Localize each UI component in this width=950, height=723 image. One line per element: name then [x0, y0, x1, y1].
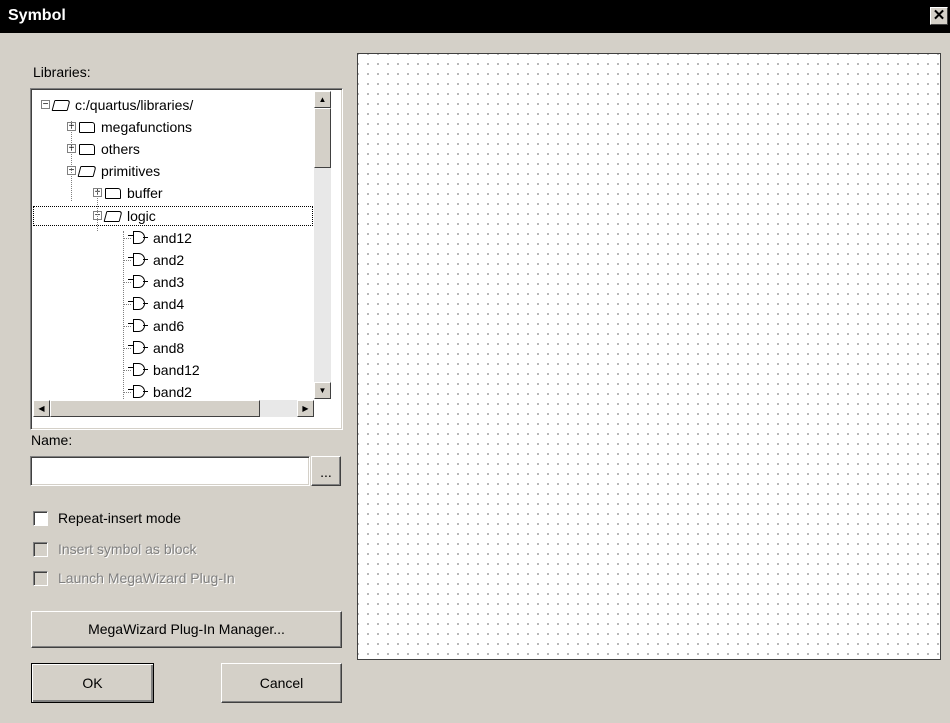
tree-item[interactable]: and12: [33, 227, 313, 249]
scroll-right-icon: ▶: [302, 404, 309, 413]
gate-icon: [128, 341, 148, 355]
folder-open-icon: [103, 210, 123, 222]
tree-connector: [123, 303, 131, 305]
close-button[interactable]: ✕: [930, 7, 948, 25]
name-label: Name:: [31, 432, 73, 448]
tree-connector: [71, 121, 72, 201]
cancel-button-label: Cancel: [259, 675, 304, 691]
tree-item[interactable]: − primitives: [33, 160, 313, 182]
libraries-label: Libraries:: [33, 64, 91, 80]
scroll-down-icon: ▼: [318, 386, 327, 395]
tree-connector: [97, 191, 98, 231]
scroll-right-button[interactable]: ▶: [297, 400, 314, 417]
tree-viewport: − c:/quartus/libraries/ + megafunctions + oth…: [33, 91, 313, 399]
tree-item-label: others: [101, 141, 140, 158]
tree-item-label: band2: [153, 384, 192, 399]
title-bar: Symbol ✕: [0, 0, 950, 33]
tree-item[interactable]: and4: [33, 293, 313, 315]
scroll-left-icon: ◀: [38, 404, 45, 413]
browse-button[interactable]: ...: [311, 456, 341, 486]
ok-button[interactable]: OK: [31, 663, 154, 703]
tree-item-label: c:/quartus/libraries/: [75, 97, 194, 113]
tree-item-label: and4: [153, 295, 185, 312]
tree-item[interactable]: + buffer: [33, 182, 313, 204]
tree-connector: [123, 370, 131, 372]
tree-item[interactable]: + others: [33, 138, 313, 160]
gate-icon: [128, 230, 148, 244]
libraries-tree[interactable]: − c:/quartus/libraries/ + megafunctions + oth…: [30, 88, 343, 430]
repeat-insert-label: Repeat-insert mode: [58, 510, 181, 526]
megawizard-manager-label: MegaWizard Plug-In Manager...: [88, 621, 285, 637]
gate-icon: [128, 274, 148, 288]
tree-item[interactable]: and8: [33, 337, 313, 359]
cancel-button[interactable]: Cancel: [221, 663, 342, 703]
window-title: Symbol: [8, 7, 66, 24]
folder-open-icon: [51, 100, 71, 111]
tree-connector: [123, 348, 131, 350]
tree-item-label: band12: [153, 362, 200, 379]
gate-icon: [128, 319, 148, 332]
scroll-up-button[interactable]: ▲: [314, 91, 331, 108]
insert-as-block-label: Insert symbol as block: [58, 541, 197, 557]
tree-item[interactable]: − c:/quartus/libraries/: [33, 94, 313, 116]
folder-open-icon: [77, 166, 97, 178]
tree-connector: [123, 392, 131, 394]
tree-item[interactable]: and6: [33, 315, 313, 337]
scroll-up-icon: ▲: [318, 95, 327, 104]
gate-icon: [128, 296, 148, 310]
tree-connector: [123, 231, 124, 399]
tree-connector: [123, 281, 131, 283]
tree-item-label: and8: [153, 340, 185, 357]
tree-item-label: megafunctions: [101, 119, 193, 136]
folder-icon: [79, 122, 95, 134]
tree-item-label: and2: [153, 251, 185, 268]
vertical-scroll-thumb[interactable]: [314, 108, 331, 168]
collapse-icon[interactable]: −: [41, 100, 50, 110]
tree-item-label: primitives: [101, 163, 161, 180]
tree-item[interactable]: band12: [33, 359, 313, 381]
scroll-down-button[interactable]: ▼: [314, 382, 331, 399]
megawizard-manager-button[interactable]: MegaWizard Plug-In Manager...: [31, 611, 342, 648]
tree-item-label: buffer: [127, 185, 163, 202]
tree-item-label: and3: [153, 273, 185, 290]
tree-connector: [123, 326, 131, 327]
tree-item[interactable]: − logic: [33, 205, 313, 227]
horizontal-scroll-thumb[interactable]: [50, 400, 260, 417]
name-input[interactable]: [30, 456, 310, 486]
tree-item[interactable]: band2: [33, 381, 313, 399]
tree-connector: [123, 237, 131, 239]
repeat-insert-checkbox[interactable]: [33, 511, 48, 526]
browse-button-label: ...: [320, 464, 332, 480]
gate-icon: [128, 252, 148, 266]
close-icon: ✕: [932, 7, 946, 24]
scroll-left-button[interactable]: ◀: [33, 400, 50, 417]
ok-button-label: OK: [82, 675, 103, 691]
tree-item-label: logic: [127, 207, 156, 224]
tree-item-label: and12: [153, 229, 192, 246]
tree-item[interactable]: and2: [33, 249, 313, 271]
gate-icon: [128, 385, 148, 399]
launch-megawizard-label: Launch MegaWizard Plug-In: [58, 570, 235, 586]
insert-as-block-checkbox[interactable]: [33, 542, 48, 557]
horizontal-scrollbar[interactable]: ◀ ▶: [33, 400, 314, 417]
vertical-scrollbar[interactable]: ▲ ▼: [314, 91, 331, 399]
symbol-preview-canvas: [357, 53, 941, 660]
launch-megawizard-checkbox[interactable]: [33, 571, 48, 586]
gate-icon: [128, 363, 148, 377]
folder-icon: [105, 188, 121, 200]
tree-connector: [123, 259, 131, 261]
tree-item-label: and6: [153, 318, 185, 334]
tree-item[interactable]: and3: [33, 271, 313, 293]
tree-item[interactable]: + megafunctions: [33, 116, 313, 138]
folder-icon: [79, 144, 95, 156]
